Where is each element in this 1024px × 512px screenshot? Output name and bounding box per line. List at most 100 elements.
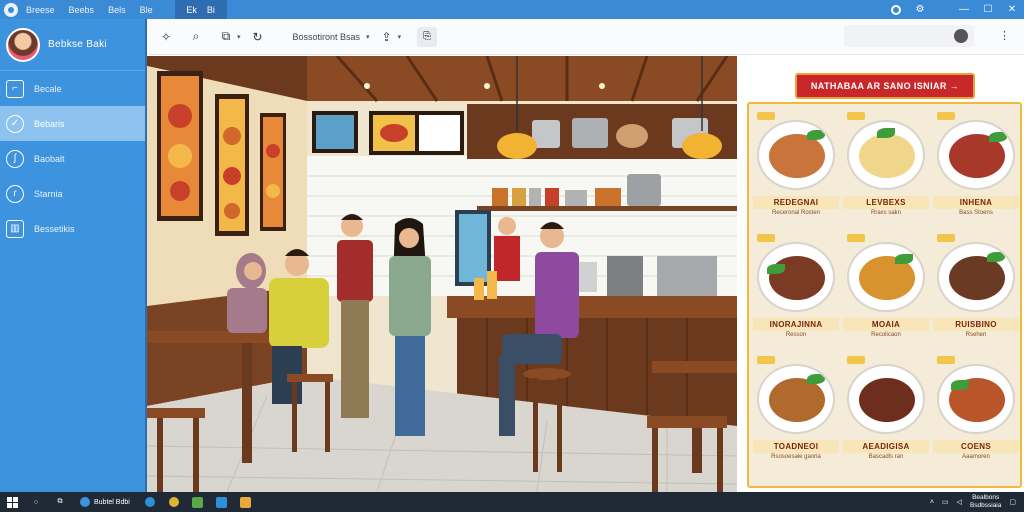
minimize-button[interactable]: — <box>952 0 976 19</box>
menu-item[interactable]: MOAIA Recolicaon <box>843 234 929 354</box>
magic-wand-button[interactable]: ✧ <box>157 28 175 46</box>
tab-label-1: Ek <box>186 4 197 15</box>
menu-item[interactable]: RUISBINO Rsehen <box>933 234 1019 354</box>
volume-icon[interactable]: ◁ <box>957 498 962 506</box>
dish-plate-image <box>847 364 925 434</box>
chevron-down-icon[interactable]: ▾ <box>237 33 241 41</box>
settings-button[interactable]: ⚙ <box>908 0 932 19</box>
dish-plate-image <box>847 120 925 190</box>
network-icon[interactable]: ▭ <box>942 498 949 506</box>
price-tag <box>757 234 775 242</box>
location-dropdown-icon[interactable]: ▾ <box>366 33 370 41</box>
price-tag <box>937 112 955 120</box>
tab-label-2: Bi <box>206 4 215 15</box>
edge-button[interactable] <box>138 492 162 512</box>
bookmark-button[interactable]: ⎘ <box>417 26 438 47</box>
account-icon <box>891 4 901 15</box>
food-image <box>859 378 915 422</box>
start-button[interactable] <box>0 492 24 512</box>
menu-item[interactable]: COENS Aaamoren <box>933 356 1019 476</box>
taskbar-search-button[interactable]: ○ <box>24 492 48 512</box>
menu-item[interactable]: AEADIGISA Bascadls ran <box>843 356 929 476</box>
layers-icon: ⧉ <box>221 29 231 43</box>
menu-item[interactable]: INORAJINNA Resson <box>753 234 839 354</box>
menu-item-3[interactable]: Bels <box>104 5 136 15</box>
food-image <box>769 378 825 422</box>
window-titlebar: Breese Beebs Bels Ble Ek Bi ⚙ — ☐ ✕ <box>0 0 1024 19</box>
sidebar-item-3[interactable]: ʃ Baobalt <box>0 141 145 176</box>
task-view-button[interactable]: ⧉ <box>48 492 72 512</box>
taskbar-app-active[interactable]: Bubtel Bdbi <box>72 492 138 512</box>
notifications-icon[interactable]: ▢ <box>1009 498 1016 506</box>
sidebar-item-1[interactable]: ⌐ Becale <box>0 71 145 106</box>
grid-icon: ▥ <box>6 219 24 238</box>
food-image <box>769 256 825 300</box>
dish-plate-image <box>937 364 1015 434</box>
clock[interactable]: Bealbons Bsdbssiaia <box>970 494 1001 510</box>
menu-header-button[interactable]: NATHABAA AR SANO ISNIAR → <box>795 73 975 99</box>
search-submit-icon[interactable] <box>954 29 968 43</box>
menu-item-4[interactable]: Ble <box>136 5 163 15</box>
refresh-button[interactable]: ↻ <box>249 28 267 46</box>
account-button[interactable] <box>884 0 908 19</box>
price-tag <box>847 234 865 242</box>
search-icon: ⌕ <box>192 29 200 43</box>
menu-item[interactable]: LEVBEXS Rraxs sakn <box>843 112 929 232</box>
chevron-up-icon[interactable]: ˄ <box>930 499 934 506</box>
app-icon <box>80 497 90 507</box>
sidebar-item-5[interactable]: ▥ Bessetikis <box>0 211 145 246</box>
dish-plate-image <box>757 364 835 434</box>
price-tag <box>847 112 865 120</box>
dish-name: INORAJINNA <box>753 318 839 331</box>
profile-card[interactable]: Bebkse Baki <box>0 19 145 71</box>
toolbar: ✧ ⌕ ⧉ ▾ ↻ Bossotiront Bsas ▾ ⇪ ▾ ⎘ ⋮ <box>147 19 1024 55</box>
clock-date: Bsdbssiaia <box>969 502 1002 509</box>
sidebar-item-label: Becale <box>34 83 62 94</box>
dish-name: RUISBINO <box>933 318 1019 331</box>
location-label[interactable]: Bossotiront Bsas <box>293 32 361 42</box>
dish-description: Resson <box>785 332 807 338</box>
main-window: ✧ ⌕ ⧉ ▾ ↻ Bossotiront Bsas ▾ ⇪ ▾ ⎘ ⋮ NAT… <box>145 19 1024 492</box>
chrome-icon <box>168 497 179 507</box>
document-icon: ⌐ <box>6 79 24 98</box>
bookmark-icon: ⎘ <box>423 31 432 42</box>
menu-item-2[interactable]: Beebs <box>65 5 105 15</box>
more-options-icon[interactable]: ⋮ <box>999 29 1010 42</box>
price-tag <box>757 112 775 120</box>
menu-panel: NATHABAA AR SANO ISNIAR → REDEGNAI Recer… <box>737 56 1024 492</box>
chrome-button[interactable] <box>162 492 186 512</box>
minimize-icon: — <box>959 4 969 15</box>
menu-item-1[interactable]: Breese <box>22 5 65 15</box>
maximize-button[interactable]: ☐ <box>976 0 1000 19</box>
dish-name: MOAIA <box>843 318 929 331</box>
mail-icon <box>216 496 228 508</box>
explorer-button[interactable] <box>234 492 258 512</box>
avatar <box>6 27 40 62</box>
photos-button[interactable] <box>186 492 210 512</box>
menu-item[interactable]: INHENA Bass Stoens <box>933 112 1019 232</box>
sidebar-item-4[interactable]: ɾ Starnia <box>0 176 145 211</box>
menu-item[interactable]: REDEGNAI Receronal Rosten <box>753 112 839 232</box>
sidebar-item-2[interactable]: ✓ Bebaris <box>0 106 145 141</box>
search-button[interactable]: ⌕ <box>187 28 205 46</box>
active-tab[interactable]: Ek Bi <box>174 0 227 19</box>
food-image <box>769 134 825 178</box>
mail-button[interactable] <box>210 492 234 512</box>
close-icon: ✕ <box>1007 4 1017 15</box>
close-button[interactable]: ✕ <box>1000 0 1024 19</box>
menu-item[interactable]: TOADNEOI Rsosoesale gaoria <box>753 356 839 476</box>
dish-description: Aaamoren <box>962 454 990 460</box>
food-image <box>859 134 915 178</box>
share-button[interactable]: ⇪ <box>378 28 396 46</box>
refresh-icon: ↻ <box>252 29 263 44</box>
dish-description: Rsehen <box>965 332 987 338</box>
share-dropdown-icon[interactable]: ▾ <box>398 33 402 41</box>
search-input[interactable] <box>844 25 974 47</box>
sidebar-item-label: Baobalt <box>34 153 65 164</box>
dish-description: Bass Stoens <box>959 210 993 216</box>
price-tag <box>757 356 775 364</box>
profile-name: Bebkse Baki <box>48 39 107 50</box>
layers-button[interactable]: ⧉ <box>217 28 235 46</box>
sidebar: Bebkse Baki ⌐ Becale ✓ Bebaris ʃ Baobalt… <box>0 19 145 492</box>
dish-description: Recolicaon <box>871 332 901 338</box>
